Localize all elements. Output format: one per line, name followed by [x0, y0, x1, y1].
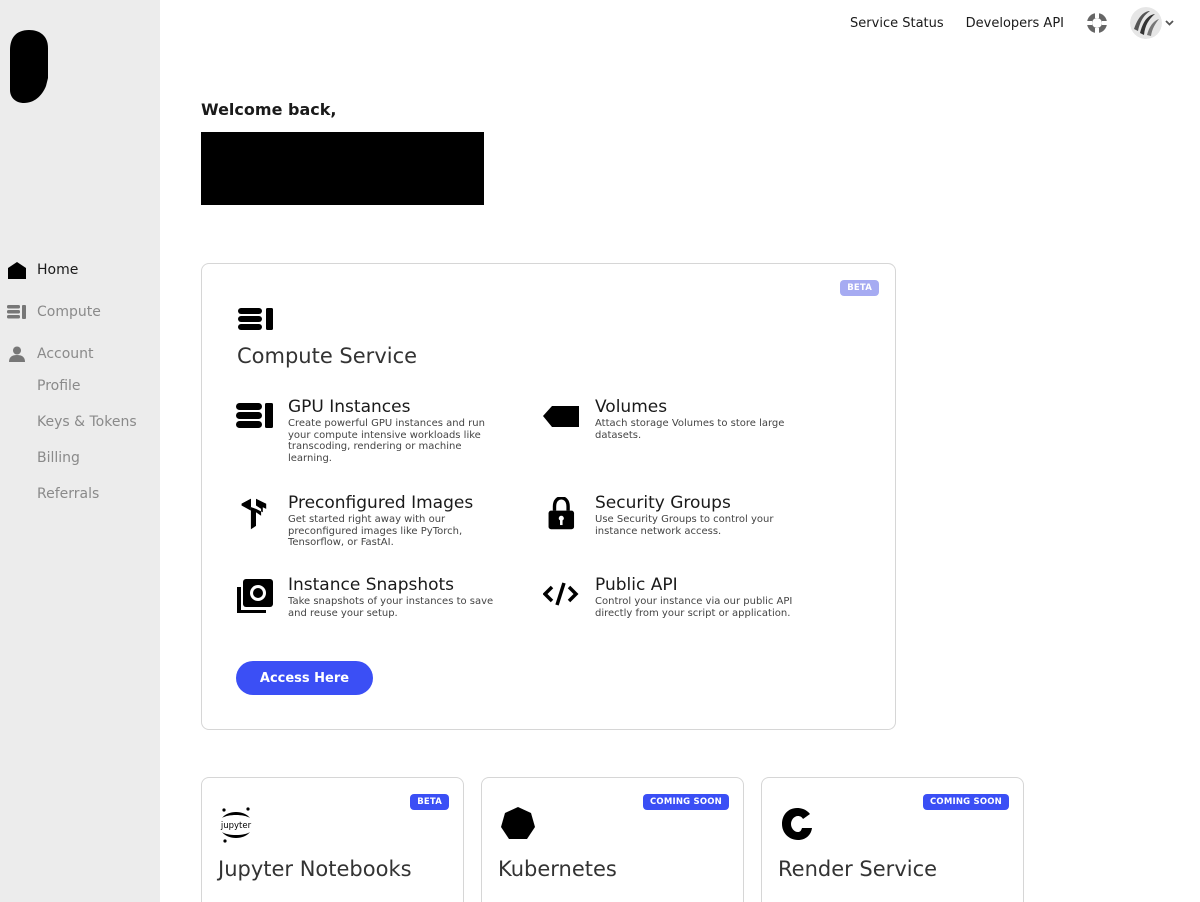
code-icon	[543, 582, 579, 606]
developers-api-link[interactable]: Developers API	[966, 16, 1064, 31]
sidebar-item-home[interactable]: Home	[0, 258, 160, 282]
chevron-down-icon	[1165, 20, 1174, 26]
coming-soon-badge: COMING SOON	[922, 794, 1009, 810]
sidebar-item-compute[interactable]: Compute	[0, 300, 160, 324]
feature-description: Control your instance via our public API…	[595, 596, 793, 619]
welcome-heading: Welcome back,	[201, 100, 337, 119]
beta-badge: BETA	[410, 794, 449, 810]
sidebar-nav: Home Compute Account Profile Keys & Toke…	[0, 258, 160, 522]
home-icon	[7, 261, 27, 279]
help-lifebuoy-icon[interactable]	[1086, 12, 1108, 34]
avatar	[1130, 7, 1162, 39]
server-stack-icon	[236, 403, 273, 428]
redacted-username	[201, 132, 484, 205]
jupyter-notebooks-card[interactable]: BETA jupyter Jupyter Notebooks	[201, 777, 464, 902]
lock-icon	[548, 497, 575, 530]
sidebar-item-profile[interactable]: Profile	[37, 378, 160, 396]
card-title: Kubernetes	[498, 857, 617, 881]
feature-description: Take snapshots of your instances to save…	[288, 596, 494, 619]
feature-title: Security Groups	[595, 493, 731, 513]
service-status-link[interactable]: Service Status	[850, 16, 944, 31]
sidebar-item-account[interactable]: Account	[0, 342, 160, 366]
sidebar-item-referrals[interactable]: Referrals	[37, 486, 160, 504]
card-title: Jupyter Notebooks	[218, 857, 412, 881]
access-here-button[interactable]: Access Here	[236, 661, 373, 695]
compute-service-title: Compute Service	[237, 344, 418, 368]
feature-title: Instance Snapshots	[288, 575, 455, 595]
coming-soon-badge: COMING SOON	[642, 794, 729, 810]
feature-description: Attach storage Volumes to store large da…	[595, 418, 785, 441]
feature-description: Create powerful GPU instances and run yo…	[288, 418, 485, 464]
tag-icon	[543, 406, 579, 427]
feature-title: Volumes	[595, 397, 668, 417]
feature-description: Get started right away with our preconfi…	[288, 514, 463, 548]
tensorflow-icon	[241, 498, 267, 530]
jupyter-icon: jupyter	[220, 807, 252, 843]
heptagon-icon	[501, 807, 535, 839]
account-sub-nav: Profile Keys & Tokens Billing Referrals	[0, 378, 160, 504]
card-title: Render Service	[778, 857, 938, 881]
sidebar-item-keys-tokens[interactable]: Keys & Tokens	[37, 414, 160, 432]
feature-title: Preconfigured Images	[288, 493, 474, 513]
sidebar: Home Compute Account Profile Keys & Toke…	[0, 0, 160, 902]
server-stack-icon	[238, 308, 273, 330]
camera-icon	[237, 579, 273, 613]
feature-description: Use Security Groups to control your inst…	[595, 514, 774, 537]
user-menu[interactable]	[1130, 7, 1174, 39]
sidebar-item-label: Account	[37, 346, 94, 362]
feature-title: Public API	[595, 575, 678, 595]
kubernetes-card[interactable]: COMING SOON Kubernetes	[481, 777, 744, 902]
server-icon	[7, 303, 27, 321]
beta-badge: BETA	[840, 280, 879, 296]
top-bar: Service Status Developers API	[850, 7, 1174, 39]
user-icon	[7, 345, 27, 363]
sidebar-item-label: Home	[37, 262, 79, 278]
sidebar-item-billing[interactable]: Billing	[37, 450, 160, 468]
feature-title: GPU Instances	[288, 397, 411, 417]
render-service-card[interactable]: COMING SOON Render Service	[761, 777, 1024, 902]
compute-service-card: BETA Compute Service GPU Instances Creat…	[201, 263, 896, 730]
render-icon	[782, 808, 812, 840]
brand-logo-icon[interactable]	[8, 28, 50, 104]
sidebar-item-label: Compute	[37, 304, 101, 320]
jupyter-icon-text: jupyter	[220, 821, 252, 831]
